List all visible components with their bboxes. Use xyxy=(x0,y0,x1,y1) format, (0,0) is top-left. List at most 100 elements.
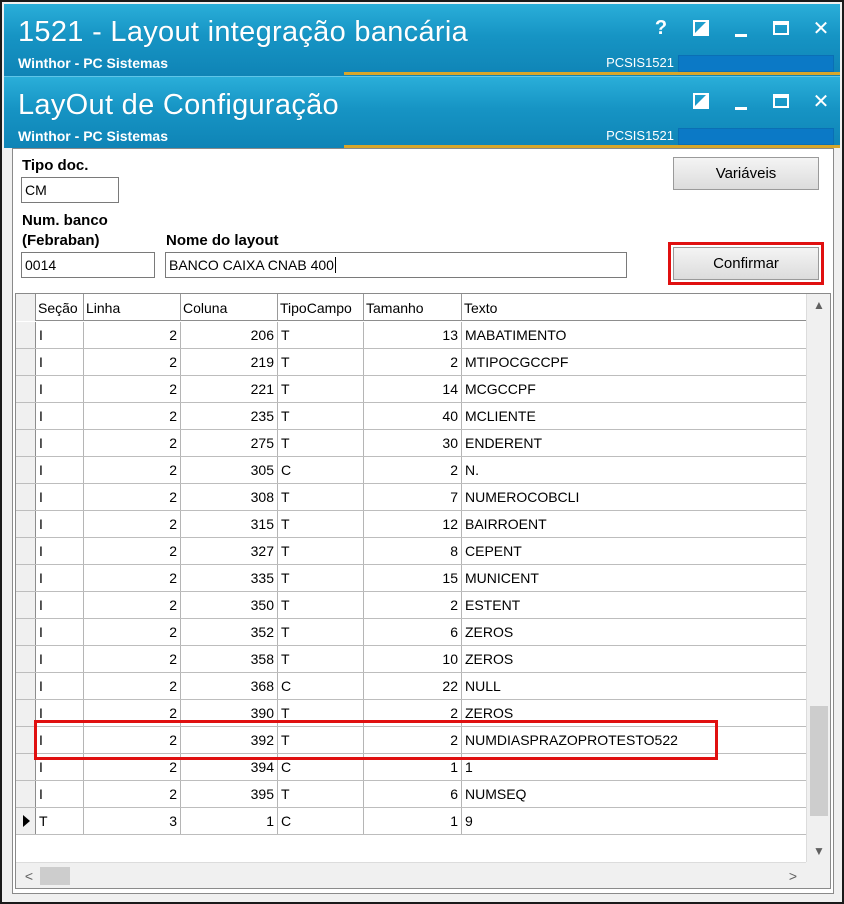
row-indicator[interactable] xyxy=(16,700,36,726)
column-header-texto[interactable]: Texto xyxy=(462,294,806,321)
column-header-tamanho[interactable]: Tamanho xyxy=(364,294,462,321)
table-row[interactable]: T31C19 xyxy=(16,808,806,835)
cell-secao[interactable]: I xyxy=(36,538,84,564)
cell-tamanho[interactable]: 2 xyxy=(364,727,462,753)
row-indicator[interactable] xyxy=(16,538,36,564)
cell-linha[interactable]: 2 xyxy=(84,430,181,456)
cell-tamanho[interactable]: 6 xyxy=(364,781,462,807)
cell-coluna[interactable]: 1 xyxy=(181,808,278,834)
cell-linha[interactable]: 2 xyxy=(84,484,181,510)
cell-tipocampo[interactable]: T xyxy=(278,619,364,645)
cell-texto[interactable]: ESTENT xyxy=(462,592,806,618)
cell-coluna[interactable]: 395 xyxy=(181,781,278,807)
cell-coluna[interactable]: 350 xyxy=(181,592,278,618)
cell-secao[interactable]: I xyxy=(36,754,84,780)
cell-tamanho[interactable]: 1 xyxy=(364,754,462,780)
table-row[interactable]: I 2 368 C 22 NULL xyxy=(16,673,806,700)
cell-texto[interactable]: 9 xyxy=(462,808,806,834)
outer-minimize-button[interactable] xyxy=(730,16,752,40)
layout-grid[interactable]: Seção Linha Coluna TipoCampo Tamanho Tex… xyxy=(15,293,831,889)
table-row[interactable]: I 2 327 T 8 CEPENT xyxy=(16,538,806,565)
cell-linha[interactable]: 2 xyxy=(84,511,181,537)
column-header-linha[interactable]: Linha xyxy=(84,294,181,321)
cell-secao[interactable]: I xyxy=(36,565,84,591)
row-indicator[interactable] xyxy=(16,754,36,780)
cell-secao[interactable]: I xyxy=(36,484,84,510)
cell-tipocampo[interactable]: T xyxy=(278,322,364,348)
cell-linha[interactable]: 2 xyxy=(84,754,181,780)
tipo-doc-field[interactable]: CM xyxy=(21,177,119,203)
cell-texto[interactable]: MUNICENT xyxy=(462,565,806,591)
help-button[interactable]: ? xyxy=(650,16,672,40)
table-row[interactable]: I 2 394 C 1 1 xyxy=(16,754,806,781)
table-row[interactable]: I 2 392 T 2 NUMDIASPRAZOPROTESTO522 xyxy=(16,727,806,754)
row-indicator[interactable] xyxy=(16,511,36,537)
cell-coluna[interactable]: 327 xyxy=(181,538,278,564)
cell-linha[interactable]: 2 xyxy=(84,538,181,564)
scroll-left-icon[interactable]: < xyxy=(18,865,40,887)
cell-texto[interactable]: ENDERENT xyxy=(462,430,806,456)
cell-texto[interactable]: MCLIENTE xyxy=(462,403,806,429)
horizontal-scrollbar[interactable]: < > xyxy=(16,862,806,888)
cell-tipocampo[interactable]: T xyxy=(278,376,364,402)
cell-linha[interactable]: 2 xyxy=(84,781,181,807)
cell-coluna[interactable]: 275 xyxy=(181,430,278,456)
cell-linha[interactable]: 2 xyxy=(84,322,181,348)
cell-tamanho[interactable]: 2 xyxy=(364,457,462,483)
cell-tipocampo[interactable]: T xyxy=(278,484,364,510)
cell-coluna[interactable]: 394 xyxy=(181,754,278,780)
cell-coluna[interactable]: 392 xyxy=(181,727,278,753)
cell-tamanho[interactable]: 2 xyxy=(364,592,462,618)
column-header-tipocampo[interactable]: TipoCampo xyxy=(278,294,364,321)
table-row[interactable]: I 2 221 T 14 MCGCCPF xyxy=(16,376,806,403)
cell-coluna[interactable]: 305 xyxy=(181,457,278,483)
cell-tipocampo[interactable]: T xyxy=(278,727,364,753)
table-row[interactable]: I 2 219 T 2 MTIPOCGCCPF xyxy=(16,349,806,376)
cell-texto[interactable]: NULL xyxy=(462,673,806,699)
row-indicator[interactable] xyxy=(16,484,36,510)
cell-tamanho[interactable]: 1 xyxy=(364,808,462,834)
cell-linha[interactable]: 2 xyxy=(84,376,181,402)
cell-texto[interactable]: ZEROS xyxy=(462,700,806,726)
table-row[interactable]: I 2 275 T 30 ENDERENT xyxy=(16,430,806,457)
cell-secao[interactable]: I xyxy=(36,646,84,672)
cell-texto[interactable]: NUMDIASPRAZOPROTESTO522 xyxy=(462,727,806,753)
cell-tipocampo[interactable]: C xyxy=(278,808,364,834)
cell-coluna[interactable]: 308 xyxy=(181,484,278,510)
table-row[interactable]: I 2 308 T 7 NUMEROCOBCLI xyxy=(16,484,806,511)
cell-linha[interactable]: 2 xyxy=(84,349,181,375)
cell-secao[interactable]: I xyxy=(36,322,84,348)
cell-tamanho[interactable]: 6 xyxy=(364,619,462,645)
cell-tamanho[interactable]: 10 xyxy=(364,646,462,672)
cell-tamanho[interactable]: 40 xyxy=(364,403,462,429)
column-header-coluna[interactable]: Coluna xyxy=(181,294,278,321)
row-indicator[interactable] xyxy=(16,673,36,699)
cell-tamanho[interactable]: 8 xyxy=(364,538,462,564)
cell-texto[interactable]: ZEROS xyxy=(462,646,806,672)
cell-coluna[interactable]: 206 xyxy=(181,322,278,348)
cell-tamanho[interactable]: 7 xyxy=(364,484,462,510)
cell-secao[interactable]: I xyxy=(36,673,84,699)
table-row[interactable]: I 2 390 T 2 ZEROS xyxy=(16,700,806,727)
row-indicator[interactable] xyxy=(16,619,36,645)
outer-maximize-button[interactable] xyxy=(770,16,792,40)
cell-coluna[interactable]: 390 xyxy=(181,700,278,726)
vertical-scroll-thumb[interactable] xyxy=(810,706,828,816)
table-row[interactable]: I 2 358 T 10 ZEROS xyxy=(16,646,806,673)
cell-linha[interactable]: 2 xyxy=(84,592,181,618)
cell-secao[interactable]: I xyxy=(36,457,84,483)
cell-coluna[interactable]: 368 xyxy=(181,673,278,699)
cell-secao[interactable]: T xyxy=(36,808,84,834)
cell-tipocampo[interactable]: T xyxy=(278,538,364,564)
row-indicator[interactable] xyxy=(16,322,36,348)
cell-coluna[interactable]: 315 xyxy=(181,511,278,537)
table-row[interactable]: I 2 350 T 2 ESTENT xyxy=(16,592,806,619)
cell-texto[interactable]: BAIRROENT xyxy=(462,511,806,537)
scroll-right-icon[interactable]: > xyxy=(782,865,804,887)
cell-tamanho[interactable]: 13 xyxy=(364,322,462,348)
variaveis-button[interactable]: Variáveis xyxy=(673,157,819,190)
cell-linha[interactable]: 3 xyxy=(84,808,181,834)
cell-secao[interactable]: I xyxy=(36,349,84,375)
cell-tamanho[interactable]: 15 xyxy=(364,565,462,591)
cell-tamanho[interactable]: 12 xyxy=(364,511,462,537)
